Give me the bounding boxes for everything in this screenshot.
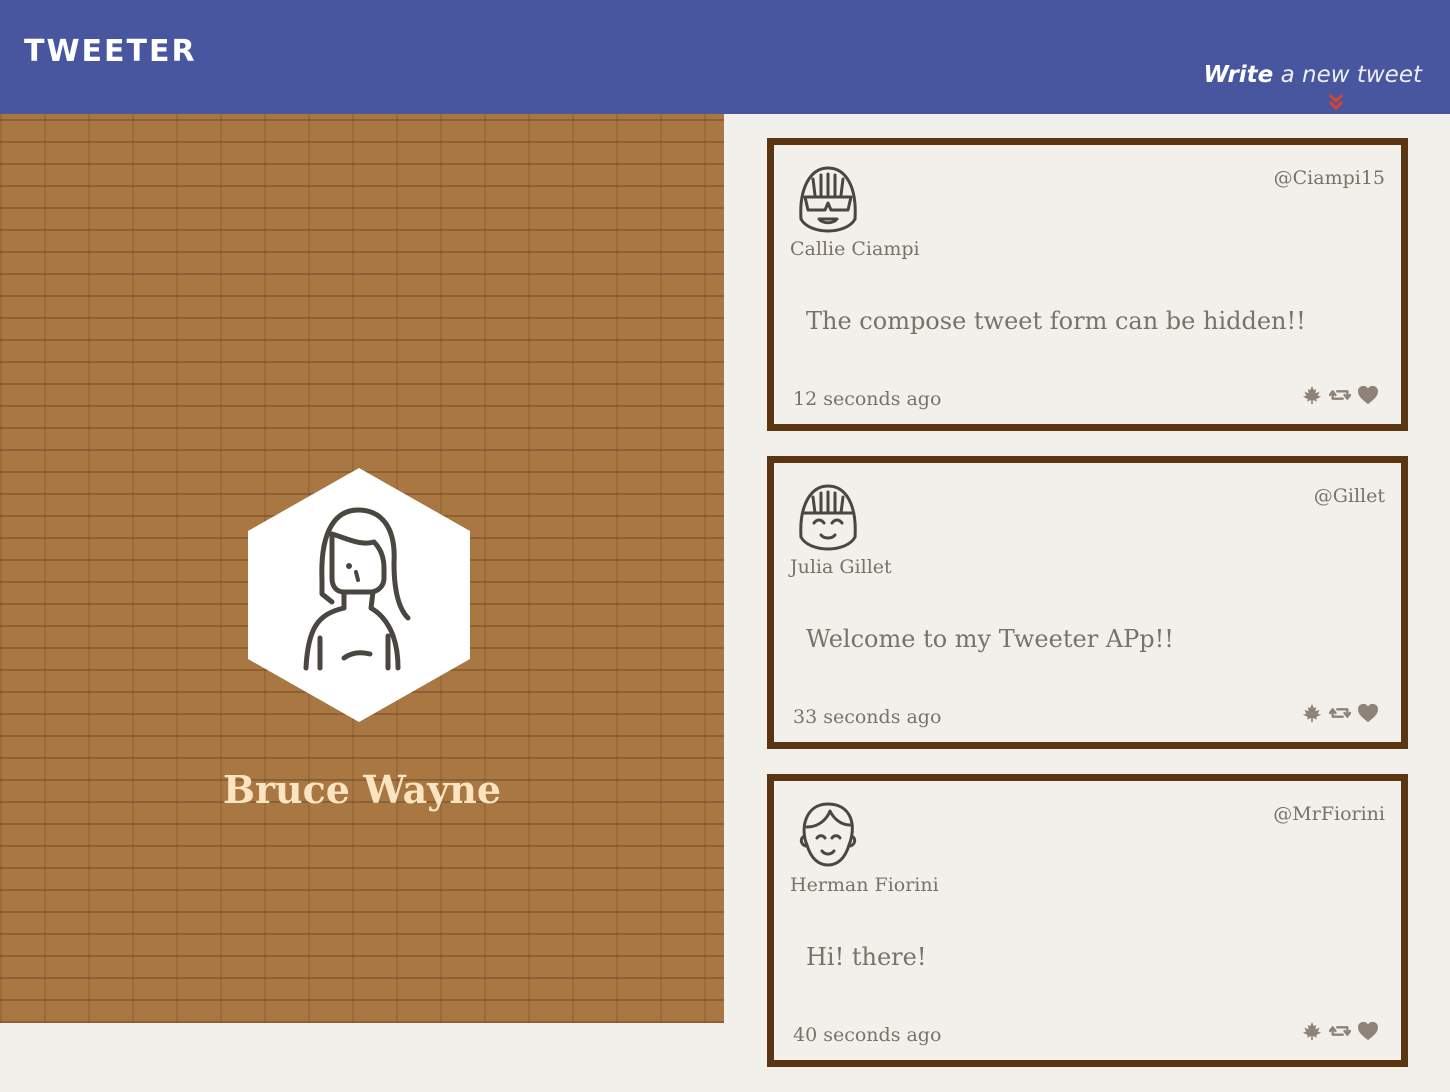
profile-avatar	[248, 468, 470, 722]
tweet-text: Welcome to my Tweeter APp!!	[806, 625, 1174, 653]
tweet-timestamp: 33 seconds ago	[793, 706, 942, 728]
double-chevron-down-icon[interactable]	[1327, 92, 1345, 112]
heart-icon[interactable]	[1357, 1021, 1379, 1041]
avatar	[799, 166, 857, 233]
tweet-actions	[1301, 1021, 1379, 1041]
tweet-feed: Callie Ciampi @Ciampi15 The compose twee…	[767, 138, 1408, 1092]
tweet-actions	[1301, 385, 1379, 405]
retweet-icon[interactable]	[1329, 1021, 1351, 1041]
tweet-author-name: Callie Ciampi	[790, 238, 920, 260]
top-nav: TWEETER Write a new tweet	[0, 0, 1450, 114]
maple-leaf-icon[interactable]	[1301, 1021, 1323, 1041]
heart-icon[interactable]	[1357, 703, 1379, 723]
tweet-author-handle[interactable]: @Gillet	[1314, 485, 1385, 507]
tweet-actions	[1301, 703, 1379, 723]
maple-leaf-icon[interactable]	[1301, 703, 1323, 723]
tweet-timestamp: 40 seconds ago	[793, 1024, 942, 1046]
tweet-card: Julia Gillet @Gillet Welcome to my Tweet…	[767, 456, 1408, 749]
compose-toggle-rest: a new tweet	[1273, 62, 1422, 88]
retweet-icon[interactable]	[1329, 703, 1351, 723]
avatar	[799, 802, 857, 867]
tweet-author-name: Julia Gillet	[790, 556, 892, 578]
brand-logo[interactable]: TWEETER	[24, 34, 197, 69]
tweet-timestamp: 12 seconds ago	[793, 388, 942, 410]
tweet-author-handle[interactable]: @MrFiorini	[1273, 803, 1385, 825]
tweet-card: Herman Fiorini @MrFiorini Hi! there! 40 …	[767, 774, 1408, 1067]
tweet-text: The compose tweet form can be hidden!!	[806, 307, 1306, 335]
maple-leaf-icon[interactable]	[1301, 385, 1323, 405]
profile-panel: Bruce Wayne	[0, 114, 724, 1023]
tweet-author-handle[interactable]: @Ciampi15	[1274, 167, 1385, 189]
tweet-card: Callie Ciampi @Ciampi15 The compose twee…	[767, 138, 1408, 431]
heart-icon[interactable]	[1357, 385, 1379, 405]
tweet-text: Hi! there!	[806, 943, 927, 971]
profile-name: Bruce Wayne	[222, 767, 502, 812]
compose-toggle-button[interactable]: Write a new tweet	[1203, 62, 1422, 88]
retweet-icon[interactable]	[1329, 385, 1351, 405]
tweet-author-name: Herman Fiorini	[790, 874, 939, 896]
compose-toggle-strong: Write	[1203, 62, 1274, 88]
avatar	[799, 484, 857, 551]
